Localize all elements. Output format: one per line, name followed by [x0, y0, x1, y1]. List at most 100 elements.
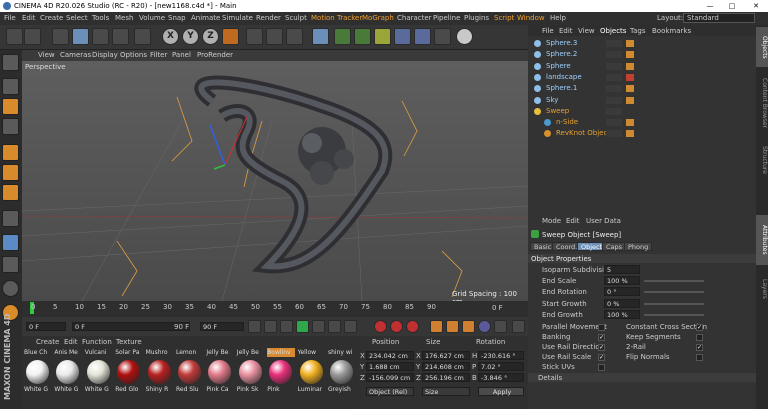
- menu-help[interactable]: Help: [550, 12, 566, 25]
- visibility-toggle-icon[interactable]: [606, 73, 622, 81]
- viewport-menu-display[interactable]: Display: [92, 50, 118, 61]
- menu-sculpt[interactable]: Sculpt: [285, 12, 307, 25]
- menu-mesh[interactable]: Mesh: [115, 12, 133, 25]
- material-tag-icon[interactable]: [626, 40, 634, 47]
- property-slider[interactable]: [644, 291, 704, 294]
- texture-mode-icon[interactable]: [2, 98, 19, 115]
- key-rotation-button[interactable]: [462, 320, 475, 333]
- visibility-toggle-icon[interactable]: [606, 51, 622, 59]
- object-row[interactable]: Sphere.3: [528, 39, 756, 50]
- goto-end-button[interactable]: [344, 320, 357, 333]
- material-menu-edit[interactable]: Edit: [64, 338, 78, 346]
- end-frame-field[interactable]: 90 F: [200, 322, 244, 331]
- object-row[interactable]: Sweep: [528, 107, 756, 118]
- make-editable-icon[interactable]: [2, 54, 19, 71]
- menu-select[interactable]: Select: [66, 12, 88, 25]
- axis-mode-icon[interactable]: [2, 210, 19, 227]
- vtab-attributes[interactable]: Attributes: [756, 215, 768, 265]
- size-mode-select[interactable]: Size: [422, 387, 470, 396]
- light-icon[interactable]: [456, 28, 473, 45]
- position-x-field[interactable]: 234.042 cm: [366, 351, 414, 360]
- render-settings-icon[interactable]: [286, 28, 303, 45]
- array-icon[interactable]: [374, 28, 391, 45]
- menu-window[interactable]: Window: [517, 12, 545, 25]
- material-swatch[interactable]: [269, 360, 293, 384]
- menu-pipeline[interactable]: Pipeline: [433, 12, 460, 25]
- checkbox[interactable]: ✓: [696, 324, 703, 331]
- move-tool-icon[interactable]: [72, 28, 89, 45]
- object-row[interactable]: Sky: [528, 96, 756, 107]
- viewport-menu-prorender[interactable]: ProRender: [197, 50, 233, 61]
- object-row[interactable]: Sphere: [528, 62, 756, 73]
- om-menu-tags[interactable]: Tags: [630, 27, 646, 35]
- menu-create[interactable]: Create: [40, 12, 63, 25]
- checkbox[interactable]: ✓: [696, 344, 703, 351]
- am-menu-edit[interactable]: Edit: [566, 217, 580, 225]
- material-swatch[interactable]: [330, 360, 353, 384]
- spline-pen-icon[interactable]: [334, 28, 351, 45]
- snap-icon[interactable]: [2, 256, 19, 273]
- om-menu-bookmarks[interactable]: Bookmarks: [652, 27, 691, 35]
- checkbox[interactable]: [598, 324, 605, 331]
- checkbox[interactable]: ✓: [598, 344, 605, 351]
- om-menu-file[interactable]: File: [542, 27, 554, 35]
- camera-icon[interactable]: [434, 28, 451, 45]
- visibility-toggle-icon[interactable]: [606, 107, 622, 115]
- menu-volume[interactable]: Volume: [139, 12, 165, 25]
- menu-tools[interactable]: Tools: [92, 12, 109, 25]
- menu-animate[interactable]: Animate: [191, 12, 220, 25]
- property-slider[interactable]: [644, 280, 704, 283]
- am-menu-mode[interactable]: Mode: [542, 217, 561, 225]
- material-swatch[interactable]: [208, 360, 232, 384]
- material-menu-texture[interactable]: Texture: [116, 338, 142, 346]
- transform-tool-icon[interactable]: [134, 28, 151, 45]
- material-swatch[interactable]: [56, 360, 80, 384]
- perspective-viewport[interactable]: Perspective Grid Spacing : 100 cm: [22, 61, 528, 301]
- property-value-field[interactable]: 100 %: [604, 309, 640, 319]
- object-row[interactable]: Sphere.2: [528, 50, 756, 61]
- viewport-menu-options[interactable]: Options: [120, 50, 147, 61]
- viewport-menu-panel[interactable]: Panel: [172, 50, 191, 61]
- material-tag-icon[interactable]: [626, 96, 634, 104]
- size-y-field[interactable]: 214.608 cm: [422, 362, 470, 371]
- property-value-field[interactable]: 0 °: [604, 287, 640, 297]
- floor-icon[interactable]: [414, 28, 431, 45]
- material-swatch[interactable]: [86, 360, 110, 384]
- visibility-toggle-icon[interactable]: [606, 40, 622, 47]
- vtab-content-browser[interactable]: Content Browser: [756, 73, 768, 133]
- material-swatch[interactable]: [147, 360, 171, 384]
- material-tag-icon[interactable]: [626, 73, 634, 81]
- checkbox[interactable]: [696, 334, 703, 341]
- menu-file[interactable]: File: [4, 12, 16, 25]
- property-value-field[interactable]: 5: [604, 265, 640, 274]
- x-axis-lock-button[interactable]: X: [162, 28, 179, 45]
- property-slider[interactable]: [644, 313, 704, 316]
- object-name[interactable]: Sphere.3: [546, 39, 577, 47]
- visibility-toggle-icon[interactable]: [606, 130, 622, 138]
- menu-character[interactable]: Character: [397, 12, 432, 25]
- edges-mode-icon[interactable]: [2, 164, 19, 181]
- object-name[interactable]: Sky: [546, 96, 558, 104]
- y-axis-lock-button[interactable]: Y: [182, 28, 199, 45]
- object-row[interactable]: Sphere.1: [528, 84, 756, 95]
- object-name[interactable]: RevKnot Object: [556, 129, 610, 137]
- visibility-toggle-icon[interactable]: [606, 85, 622, 93]
- menu-mograph[interactable]: MoGraph: [362, 12, 394, 25]
- material-tag-icon[interactable]: [626, 85, 634, 93]
- property-slider[interactable]: [644, 302, 704, 305]
- layout-select[interactable]: Standard: [683, 13, 755, 23]
- material-tag-icon[interactable]: [626, 62, 634, 70]
- rotation-p-field[interactable]: 7.02 °: [478, 362, 524, 371]
- tab-phong[interactable]: Phong: [624, 242, 653, 251]
- material-swatch[interactable]: [178, 360, 201, 384]
- object-name[interactable]: Sweep: [546, 107, 569, 115]
- autokey-button[interactable]: [390, 320, 403, 333]
- material-tag-icon[interactable]: [626, 51, 634, 59]
- object-row[interactable]: RevKnot Object: [528, 129, 756, 140]
- menu-simulate[interactable]: Simulate: [222, 12, 253, 25]
- cube-primitive-icon[interactable]: [312, 28, 329, 45]
- object-name[interactable]: Sphere.1: [546, 84, 577, 92]
- visibility-toggle-icon[interactable]: [606, 96, 622, 104]
- rotation-h-field[interactable]: -230.616 °: [478, 351, 524, 360]
- key-scale-button[interactable]: [446, 320, 459, 333]
